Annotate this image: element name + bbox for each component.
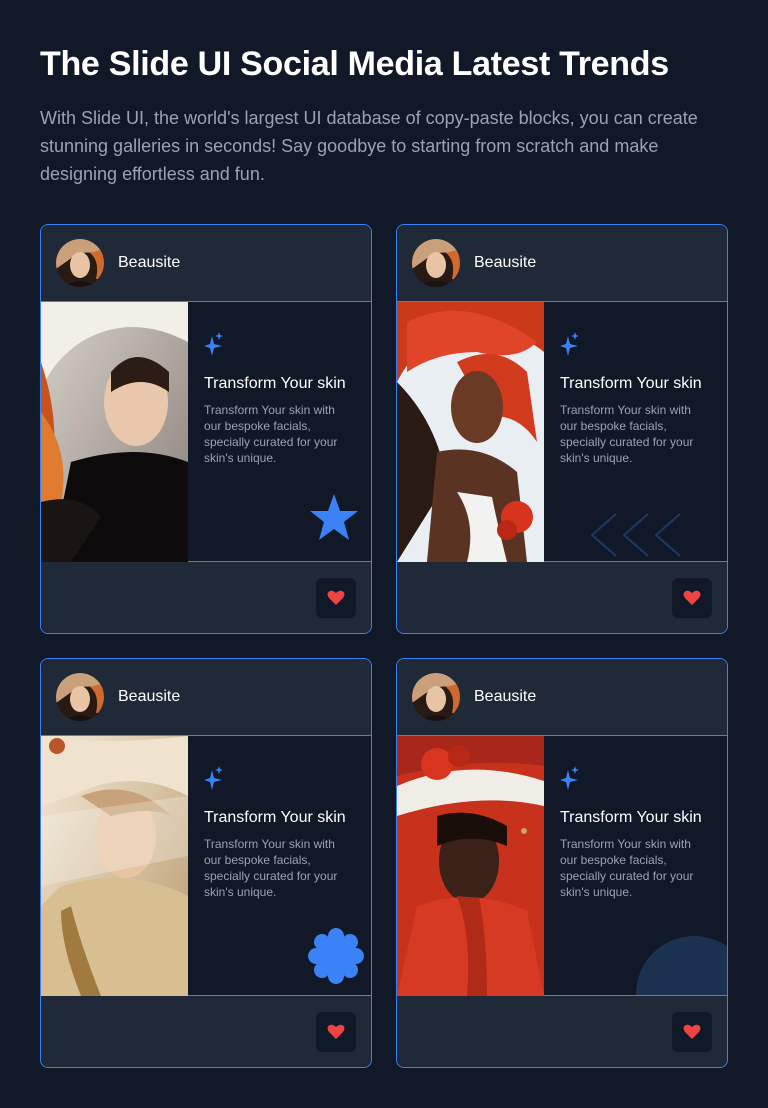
card-header: Beausite <box>397 225 727 302</box>
heart-icon <box>683 1024 701 1039</box>
card-content: Transform Your skin Transform Your skin … <box>544 736 727 995</box>
card-title: Transform Your skin <box>560 809 702 826</box>
author-name[interactable]: Beausite <box>118 254 180 272</box>
page: The Slide UI Social Media Latest Trends … <box>0 0 768 1108</box>
avatar[interactable] <box>56 239 104 287</box>
sparkle-icon <box>204 766 223 790</box>
card-text: Transform Your skin with our bespoke fac… <box>204 837 338 899</box>
chevrons-left-shape <box>590 513 681 557</box>
card-footer <box>41 562 371 633</box>
heart-icon <box>327 1024 345 1039</box>
star-shape <box>310 494 358 540</box>
post-card: Beausite Transform Your skin Transform Y… <box>396 658 728 1068</box>
post-photo <box>397 302 544 562</box>
heart-icon <box>683 590 701 605</box>
heart-icon <box>327 590 345 605</box>
avatar[interactable] <box>412 673 460 721</box>
card-text: Transform Your skin with our bespoke fac… <box>560 837 694 899</box>
card-footer <box>41 996 371 1067</box>
card-text: Transform Your skin with our bespoke fac… <box>560 403 694 465</box>
like-button[interactable] <box>316 1011 356 1052</box>
sparkle-icon <box>560 766 579 790</box>
author-name[interactable]: Beausite <box>474 688 536 706</box>
avatar[interactable] <box>412 239 460 287</box>
post-card: Beausite Transform Your skin Transform Y… <box>40 658 372 1068</box>
like-button[interactable] <box>672 1011 712 1052</box>
post-photo <box>41 302 188 562</box>
author-name[interactable]: Beausite <box>118 688 180 706</box>
post-card: Beausite Transform Your skin Transform Y… <box>40 224 372 634</box>
card-footer <box>397 996 727 1067</box>
circle-shape <box>636 936 727 995</box>
post-card: Beausite Transform Your skin Transform Y… <box>396 224 728 634</box>
avatar[interactable] <box>56 673 104 721</box>
card-text: Transform Your skin with our bespoke fac… <box>204 403 338 465</box>
page-subtitle: With Slide UI, the world's largest UI da… <box>40 108 698 184</box>
like-button[interactable] <box>316 577 356 618</box>
card-content: Transform Your skin Transform Your skin … <box>188 302 371 561</box>
card-title: Transform Your skin <box>204 375 346 392</box>
author-name[interactable]: Beausite <box>474 254 536 272</box>
sparkle-icon <box>560 332 579 356</box>
card-footer <box>397 562 727 633</box>
flower-shape <box>308 928 364 984</box>
card-grid: Beausite Transform Your skin Transform Y… <box>40 224 728 1068</box>
card-body: Transform Your skin Transform Your skin … <box>41 302 371 562</box>
card-content: Transform Your skin Transform Your skin … <box>544 302 727 561</box>
post-photo <box>397 736 544 996</box>
card-header: Beausite <box>41 659 371 736</box>
like-button[interactable] <box>672 577 712 618</box>
card-header: Beausite <box>397 659 727 736</box>
page-title: The Slide UI Social Media Latest Trends <box>40 45 669 83</box>
sparkle-icon <box>204 332 223 356</box>
card-content: Transform Your skin Transform Your skin … <box>188 736 371 995</box>
card-body: Transform Your skin Transform Your skin … <box>397 302 727 562</box>
card-title: Transform Your skin <box>560 375 702 392</box>
card-body: Transform Your skin Transform Your skin … <box>397 736 727 996</box>
post-photo <box>41 736 188 996</box>
card-title: Transform Your skin <box>204 809 346 826</box>
card-header: Beausite <box>41 225 371 302</box>
card-body: Transform Your skin Transform Your skin … <box>41 736 371 996</box>
